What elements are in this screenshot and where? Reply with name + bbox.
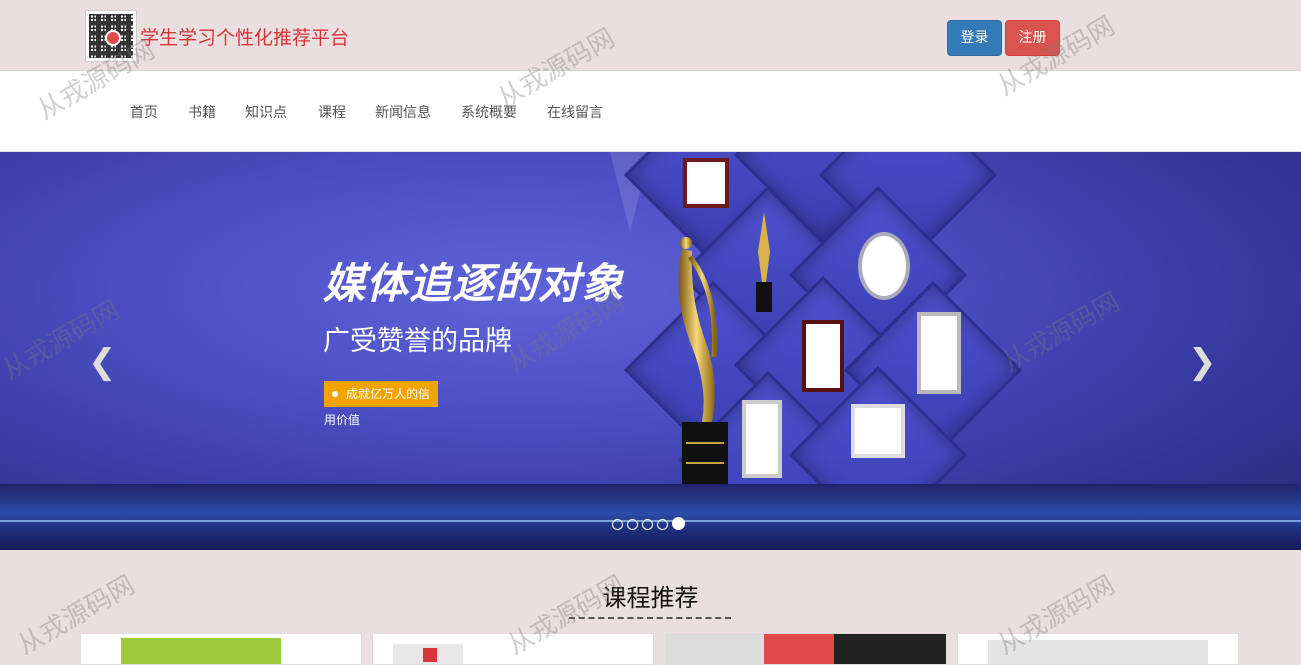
carousel-indicator-2[interactable]: [627, 519, 638, 530]
carousel-indicator-4[interactable]: [657, 519, 668, 530]
banner-carousel[interactable]: 媒体追逐的对象 广受赞誉的品牌 成就亿万人的信用价值 ❮ ❯: [0, 152, 1301, 550]
course-card-image: [423, 648, 437, 662]
banner-headline: 媒体追逐的对象: [323, 259, 625, 308]
course-card-image: [121, 638, 281, 664]
carousel-indicator-3[interactable]: [642, 519, 653, 530]
nav-item-system-overview[interactable]: 系统概要: [461, 102, 517, 122]
trophy-small-icon: [756, 212, 772, 312]
section-divider: [569, 617, 731, 619]
chevron-left-icon[interactable]: ❮: [88, 342, 117, 382]
login-button[interactable]: 登录: [947, 20, 1002, 56]
trophy-icon: [678, 237, 728, 502]
main-nav: 首页 书籍 知识点 课程 新闻信息 系统概要 在线留言: [0, 71, 1301, 152]
nav-item-home[interactable]: 首页: [130, 102, 158, 122]
carousel-indicators: [612, 515, 689, 534]
award-plaque: [851, 404, 905, 458]
award-plaque: [917, 312, 961, 394]
nav-item-knowledge[interactable]: 知识点: [245, 102, 287, 122]
course-card[interactable]: [665, 633, 947, 665]
course-card-image: [666, 634, 946, 664]
award-plaque: [802, 320, 844, 392]
nav-item-courses[interactable]: 课程: [318, 102, 346, 122]
bullet-icon: [332, 391, 338, 397]
course-card[interactable]: [957, 633, 1239, 665]
award-plaque: [742, 400, 782, 478]
section-title: 课程推荐: [602, 584, 699, 612]
carousel-indicator-5[interactable]: [672, 517, 685, 530]
award-plaque: [683, 158, 729, 208]
qr-code-icon: [85, 10, 137, 62]
nav-item-books[interactable]: 书籍: [188, 102, 216, 122]
chevron-right-icon[interactable]: ❯: [1188, 342, 1217, 382]
banner-subheadline: 广受赞誉的品牌: [323, 326, 512, 357]
award-crystal: [858, 232, 910, 300]
register-button[interactable]: 注册: [1005, 20, 1060, 56]
course-card[interactable]: [80, 633, 362, 665]
nav-item-news[interactable]: 新闻信息: [375, 102, 431, 122]
top-header: 学生学习个性化推荐平台 登录 注册: [0, 0, 1301, 71]
site-title[interactable]: 学生学习个性化推荐平台: [140, 23, 349, 50]
carousel-indicator-1[interactable]: [612, 519, 623, 530]
course-card[interactable]: [372, 633, 654, 665]
nav-item-messages[interactable]: 在线留言: [547, 102, 603, 122]
banner-tagline: 成就亿万人的信用价值: [324, 381, 438, 427]
course-card-image: [988, 640, 1208, 664]
banner-tagline-text: 成就亿万人的信用价值: [324, 387, 431, 427]
